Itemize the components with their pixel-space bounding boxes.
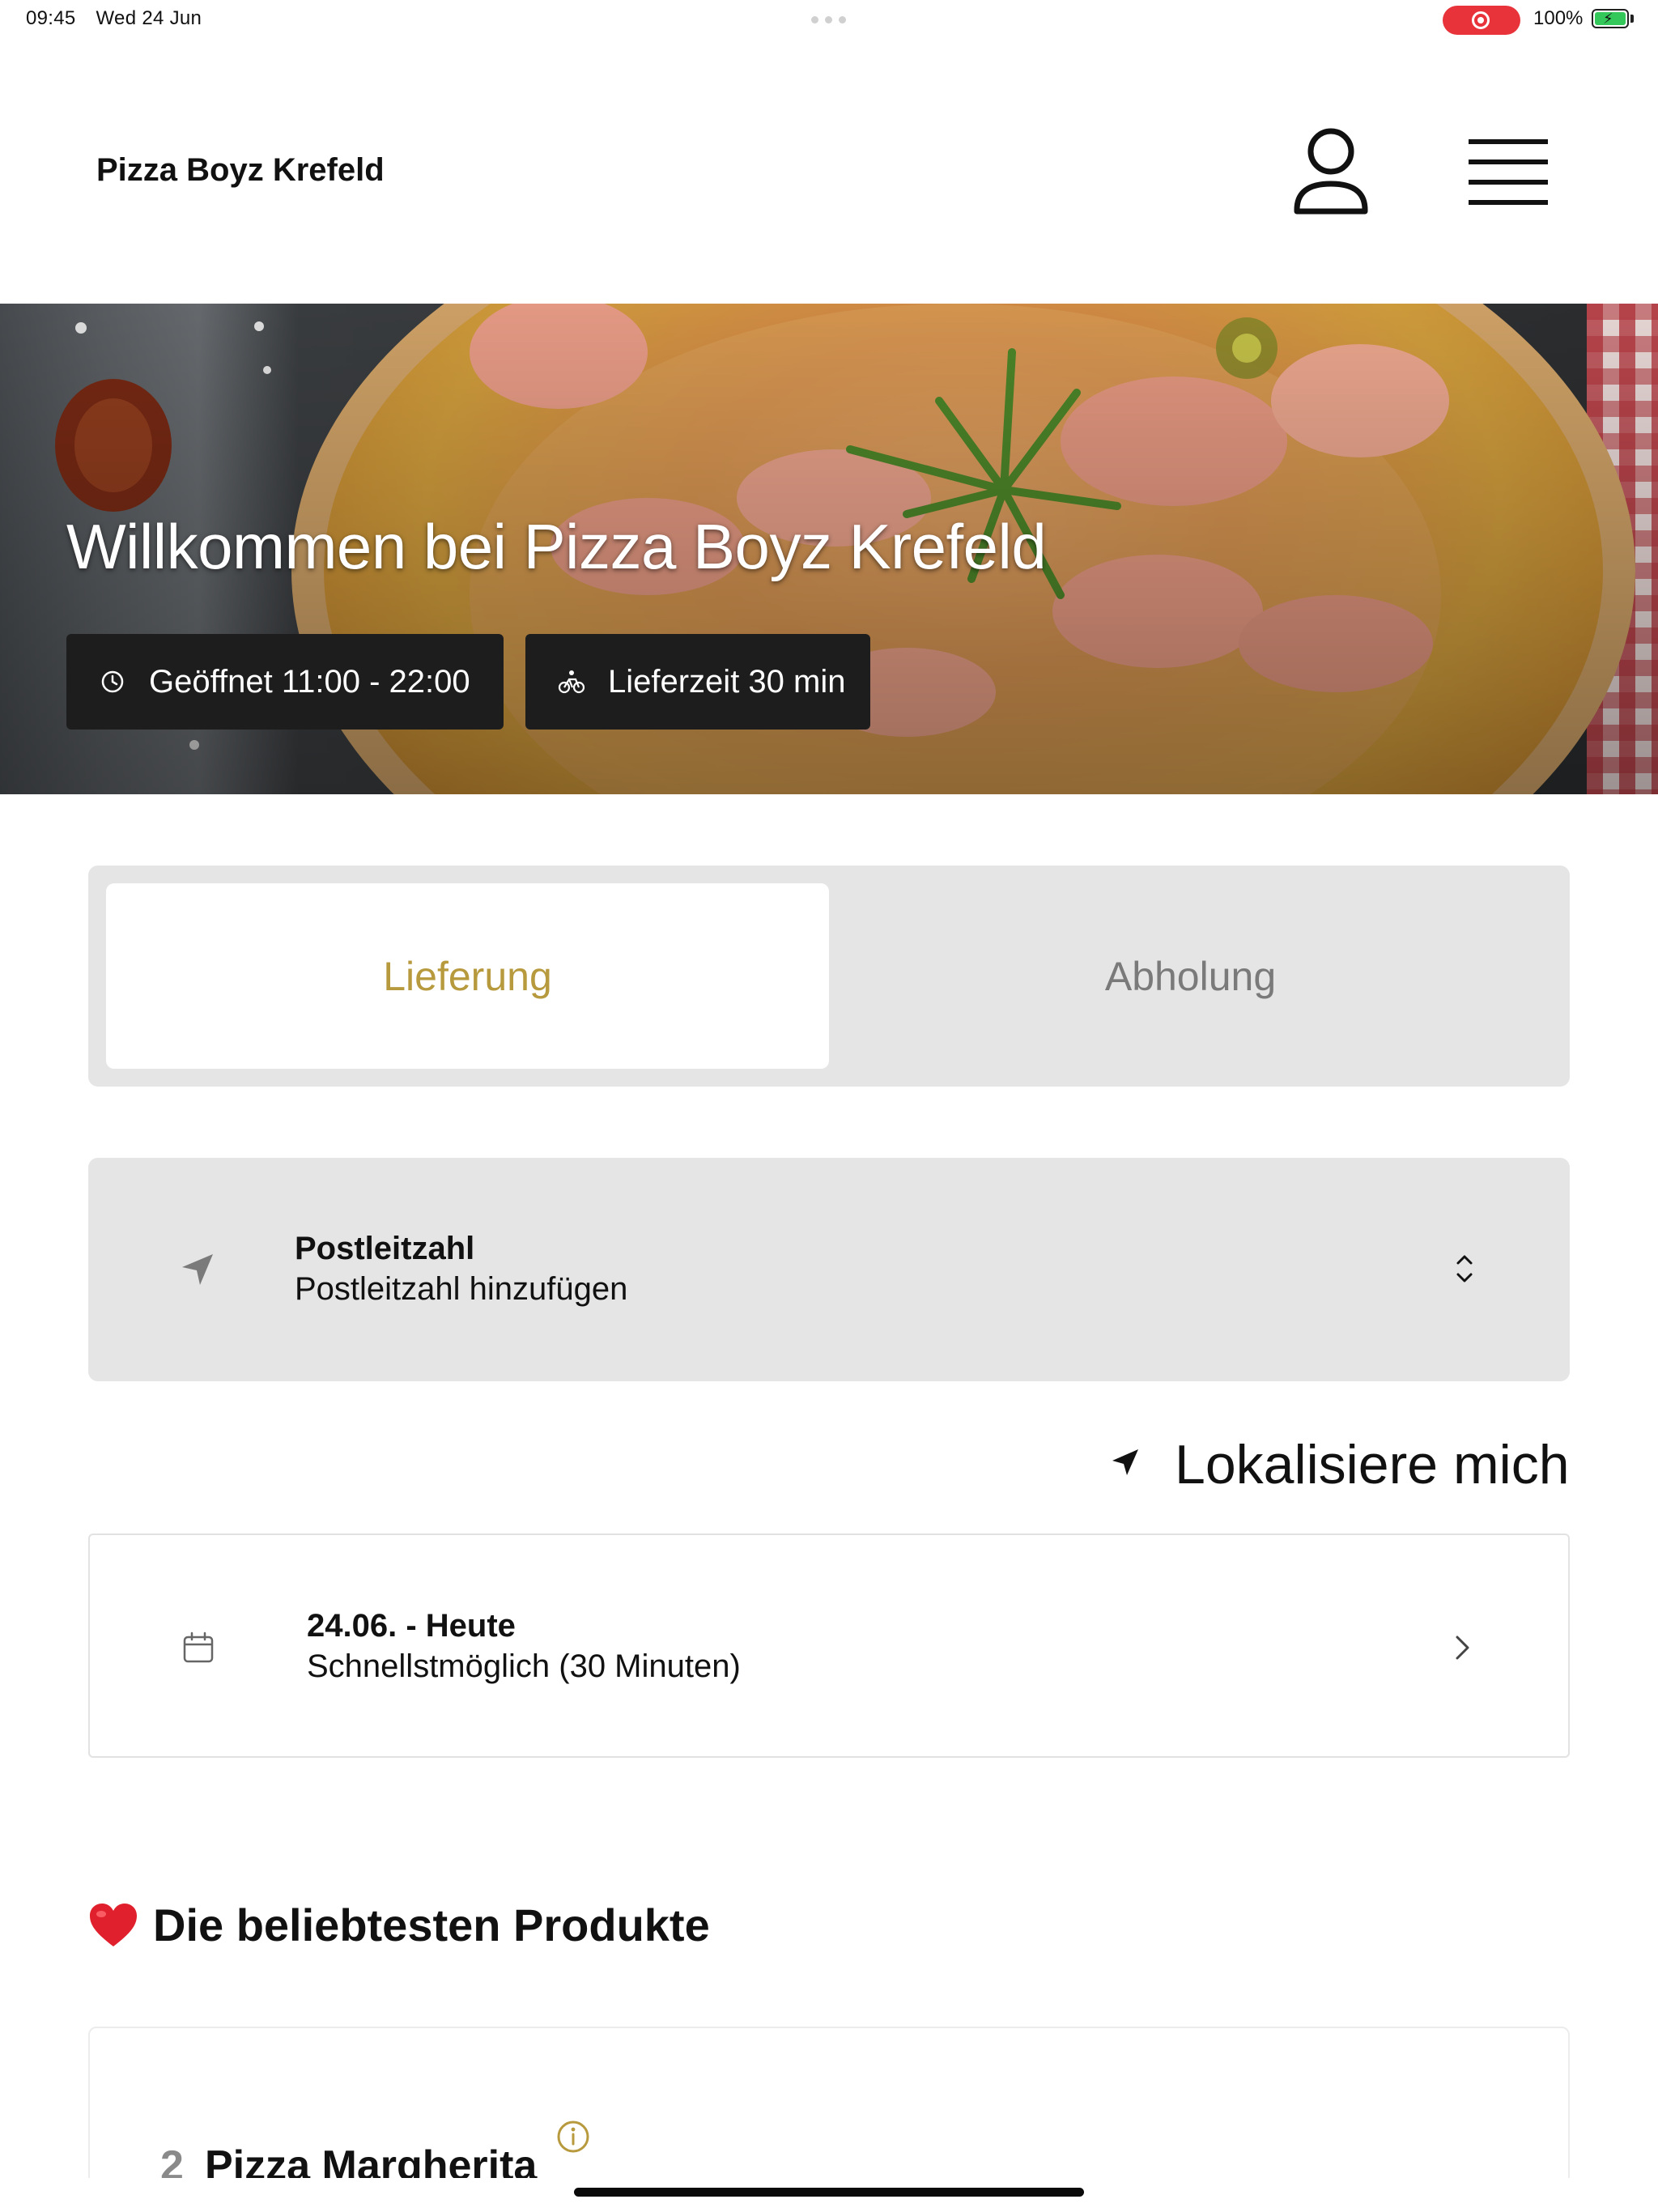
brand-title[interactable]: Pizza Boyz Krefeld (96, 152, 385, 189)
hamburger-menu-icon (1469, 139, 1548, 205)
bicycle-icon (558, 668, 585, 696)
screen-recording-icon[interactable] (1443, 6, 1520, 35)
calendar-icon (183, 1631, 214, 1663)
popular-products-title: Die beliebtesten Produkte (153, 1899, 710, 1950)
location-arrow-icon (182, 1254, 213, 1285)
tab-lieferung[interactable]: Lieferung (106, 883, 829, 1069)
status-date: Wed 24 Jun (96, 7, 202, 29)
info-icon[interactable] (556, 2120, 590, 2154)
person-icon (1294, 128, 1368, 215)
tab-abholung[interactable]: Abholung (829, 883, 1552, 1069)
heart-icon (90, 1903, 137, 1946)
postcode-field[interactable]: Postleitzahl Postleitzahl hinzufügen (88, 1158, 1570, 1381)
order-type-segmented-control: Lieferung Abholung (88, 866, 1570, 1087)
opening-hours-chip: Geöffnet 11:00 - 22:00 (66, 634, 504, 730)
hero-title: Willkommen bei Pizza Boyz Krefeld (66, 511, 1047, 582)
postcode-input[interactable]: Postleitzahl hinzufügen (295, 1271, 627, 1308)
chevron-right-icon (1456, 1636, 1469, 1660)
status-time: 09:45 (26, 7, 76, 29)
schedule-time: Schnellstmöglich (30 Minuten) (307, 1648, 741, 1684)
delivery-time-label: Lieferzeit 30 min (608, 663, 846, 700)
locate-me-button[interactable]: Lokalisiere mich (1109, 1425, 1571, 1498)
postcode-label: Postleitzahl (295, 1231, 475, 1266)
status-bar: 09:45 Wed 24 Jun 100% ⚡ (0, 0, 1658, 39)
status-time-date: 09:45 Wed 24 Jun (26, 7, 202, 30)
chevron-up-down-icon[interactable] (1448, 1249, 1481, 1289)
home-indicator[interactable] (574, 2188, 1084, 2197)
schedule-date: 24.06. - Heute (307, 1608, 516, 1644)
location-arrow-icon (1112, 1449, 1138, 1475)
multitasking-dots-icon[interactable] (811, 16, 846, 23)
opening-hours-label: Geöffnet 11:00 - 22:00 (149, 663, 470, 700)
hero-banner: Willkommen bei Pizza Boyz Krefeld Geöffn… (0, 304, 1658, 794)
menu-button[interactable] (1464, 134, 1553, 207)
delivery-schedule-row[interactable]: 24.06. - Heute Schnellstmöglich (30 Minu… (88, 1534, 1570, 1758)
locate-me-label: Lokalisiere mich (1175, 1434, 1570, 1495)
clock-icon (99, 668, 126, 696)
battery-tip (1630, 15, 1634, 23)
profile-button[interactable] (1290, 125, 1371, 219)
popular-products-heading: Die beliebtesten Produkte (88, 1899, 710, 1951)
battery-icon: ⚡ (1592, 9, 1629, 28)
delivery-time-chip: Lieferzeit 30 min (525, 634, 870, 730)
battery-percentage: 100% (1533, 7, 1584, 29)
